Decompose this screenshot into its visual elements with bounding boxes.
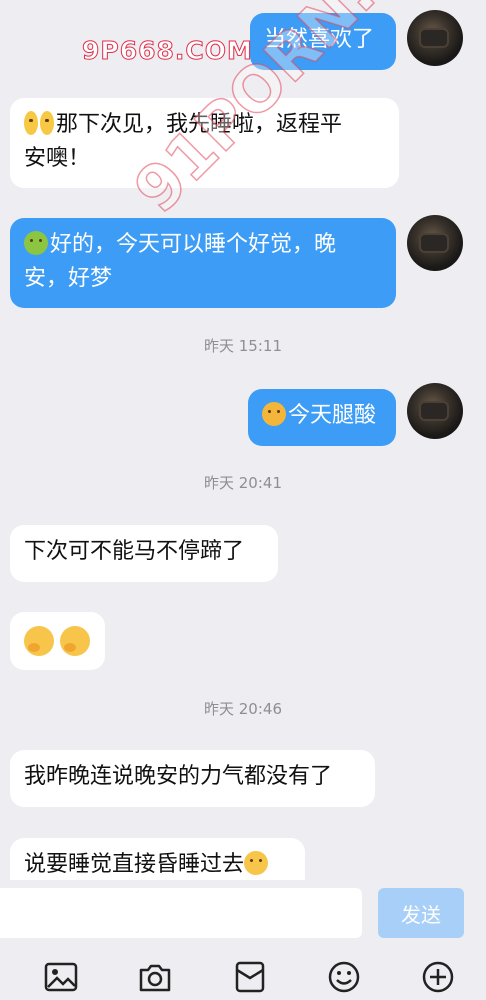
message-text: 下次可不能马不停蹄了 (24, 539, 245, 564)
message-text: 好的，今天可以睡个好觉，晚 (50, 232, 337, 257)
emoji-icon[interactable] (327, 960, 361, 994)
message-text: 今天腿酸 (288, 403, 377, 428)
avatar[interactable] (407, 10, 463, 66)
message-text-line2: 安噢！ (24, 146, 91, 171)
timestamp: 昨天 20:46 (204, 700, 282, 718)
red-packet-icon[interactable] (233, 960, 267, 994)
message-bubble-received[interactable]: 我昨晚连说晚安的力气都没有了 (10, 750, 375, 807)
message-bubble-received[interactable]: 下次可不能马不停蹄了 (10, 525, 278, 582)
face-emoji-icon (24, 111, 38, 135)
image-icon[interactable] (44, 960, 78, 994)
message-bubble-sent[interactable]: 今天腿酸 (248, 389, 396, 446)
yawn-emoji-icon (60, 626, 90, 656)
message-text: 我昨晚连说晚安的力气都没有了 (24, 764, 333, 789)
watermark-text: 9P668.COM (82, 36, 253, 66)
camera-icon[interactable] (138, 960, 172, 994)
avatar[interactable] (407, 383, 463, 439)
chat-area[interactable]: 当然喜欢了 那下次见，我先睡啦，返程平 安噢！ 好的，今天可以睡个好觉，晚 安，… (0, 0, 486, 880)
message-bubble-received[interactable]: 说要睡觉直接昏睡过去 (10, 838, 305, 880)
message-text-line2: 安，好梦 (24, 266, 113, 291)
message-text: 说要睡觉直接昏睡过去 (24, 852, 245, 877)
send-button[interactable]: 发送 (378, 888, 464, 938)
yawn-emoji-icon (244, 851, 269, 875)
avatar[interactable] (407, 215, 463, 271)
plus-circle-icon[interactable] (421, 960, 455, 994)
input-bar: 发送 (0, 880, 486, 1000)
yawn-emoji-icon (24, 626, 54, 656)
laughing-emoji-icon (262, 402, 286, 426)
timestamp: 昨天 20:41 (204, 474, 282, 492)
person-emoji-icon (24, 231, 48, 255)
message-bubble-sent[interactable]: 好的，今天可以睡个好觉，晚 安，好梦 (10, 218, 396, 308)
timestamp: 昨天 15:11 (204, 337, 282, 355)
face-emoji-icon (40, 111, 54, 135)
message-input[interactable] (0, 888, 362, 938)
message-bubble-received[interactable] (10, 612, 105, 670)
